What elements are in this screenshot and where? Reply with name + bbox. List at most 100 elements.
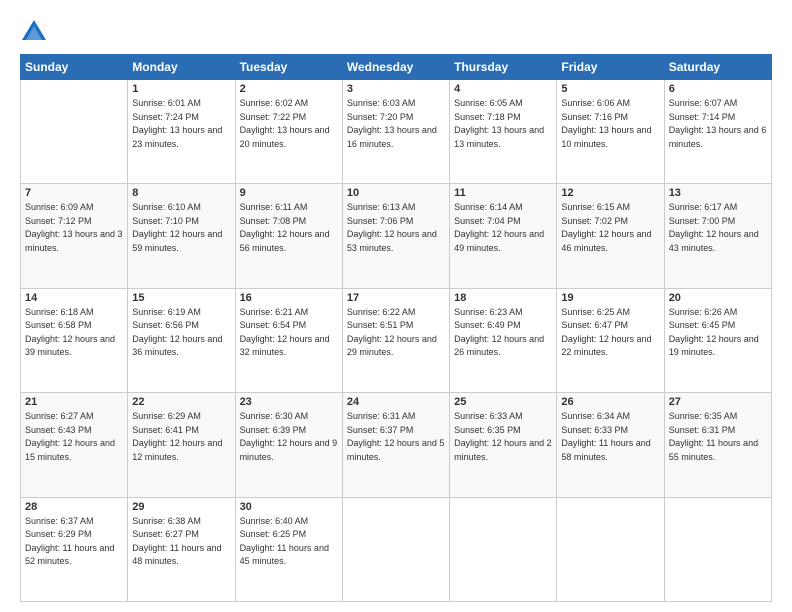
calendar-cell: 18 Sunrise: 6:23 AMSunset: 6:49 PMDayligh… <box>450 288 557 392</box>
day-info: Sunrise: 6:35 AMSunset: 6:31 PMDaylight:… <box>669 410 767 464</box>
calendar-cell: 29Sunrise: 6:38 AMSunset: 6:27 PMDayligh… <box>128 497 235 601</box>
day-number: 25 <box>454 396 552 408</box>
week-row-2: 7 Sunrise: 6:09 AMSunset: 7:12 PMDaylight… <box>21 184 772 288</box>
day-info: Sunrise: 6:01 AMSunset: 7:24 PMDaylight:… <box>132 97 230 151</box>
day-info: Sunrise: 6:05 AMSunset: 7:18 PMDaylight:… <box>454 97 552 151</box>
day-info: Sunrise: 6:23 AMSunset: 6:49 PMDaylight:… <box>454 306 552 360</box>
day-number: 21 <box>25 396 123 408</box>
calendar-cell: 1 Sunrise: 6:01 AMSunset: 7:24 PMDaylight… <box>128 80 235 184</box>
day-info: Sunrise: 6:15 AMSunset: 7:02 PMDaylight:… <box>561 201 659 255</box>
day-info: Sunrise: 6:09 AMSunset: 7:12 PMDaylight:… <box>25 201 123 255</box>
logo <box>20 18 52 46</box>
day-info: Sunrise: 6:38 AMSunset: 6:27 PMDaylight:… <box>132 515 230 569</box>
calendar-cell: 22 Sunrise: 6:29 AMSunset: 6:41 PMDayligh… <box>128 393 235 497</box>
week-row-5: 28 Sunrise: 6:37 AMSunset: 6:29 PMDayligh… <box>21 497 772 601</box>
day-header-friday: Friday <box>557 55 664 80</box>
day-info: Sunrise: 6:17 AMSunset: 7:00 PMDaylight:… <box>669 201 767 255</box>
day-number: 17 <box>347 292 445 304</box>
day-info: Sunrise: 6:14 AMSunset: 7:04 PMDaylight:… <box>454 201 552 255</box>
day-info: Sunrise: 6:10 AMSunset: 7:10 PMDaylight:… <box>132 201 230 255</box>
day-number: 18 <box>454 292 552 304</box>
calendar-cell: 3Sunrise: 6:03 AMSunset: 7:20 PMDaylight… <box>342 80 449 184</box>
day-number: 9 <box>240 187 338 199</box>
day-header-sunday: Sunday <box>21 55 128 80</box>
calendar-cell: 14 Sunrise: 6:18 AMSunset: 6:58 PMDayligh… <box>21 288 128 392</box>
day-number: 4 <box>454 83 552 95</box>
day-number: 13 <box>669 187 767 199</box>
day-number: 28 <box>25 501 123 513</box>
calendar-cell: 27 Sunrise: 6:35 AMSunset: 6:31 PMDayligh… <box>664 393 771 497</box>
day-number: 14 <box>25 292 123 304</box>
day-number: 10 <box>347 187 445 199</box>
day-number: 3 <box>347 83 445 95</box>
calendar-cell: 2Sunrise: 6:02 AMSunset: 7:22 PMDaylight… <box>235 80 342 184</box>
day-number: 15 <box>132 292 230 304</box>
day-info: Sunrise: 6:11 AMSunset: 7:08 PMDaylight:… <box>240 201 338 255</box>
calendar-cell: 11 Sunrise: 6:14 AMSunset: 7:04 PMDayligh… <box>450 184 557 288</box>
day-number: 8 <box>132 187 230 199</box>
day-info: Sunrise: 6:18 AMSunset: 6:58 PMDaylight:… <box>25 306 123 360</box>
day-header-monday: Monday <box>128 55 235 80</box>
day-info: Sunrise: 6:25 AMSunset: 6:47 PMDaylight:… <box>561 306 659 360</box>
calendar-cell: 28 Sunrise: 6:37 AMSunset: 6:29 PMDayligh… <box>21 497 128 601</box>
week-row-3: 14 Sunrise: 6:18 AMSunset: 6:58 PMDayligh… <box>21 288 772 392</box>
day-info: Sunrise: 6:21 AMSunset: 6:54 PMDaylight:… <box>240 306 338 360</box>
day-info: Sunrise: 6:07 AMSunset: 7:14 PMDaylight:… <box>669 97 767 151</box>
day-number: 26 <box>561 396 659 408</box>
calendar-cell: 23Sunrise: 6:30 AMSunset: 6:39 PMDayligh… <box>235 393 342 497</box>
calendar-cell: 16 Sunrise: 6:21 AMSunset: 6:54 PMDayligh… <box>235 288 342 392</box>
day-info: Sunrise: 6:31 AMSunset: 6:37 PMDaylight:… <box>347 410 445 464</box>
day-info: Sunrise: 6:29 AMSunset: 6:41 PMDaylight:… <box>132 410 230 464</box>
calendar-cell <box>342 497 449 601</box>
calendar-cell <box>21 80 128 184</box>
calendar-cell: 24 Sunrise: 6:31 AMSunset: 6:37 PMDayligh… <box>342 393 449 497</box>
calendar-cell: 25 Sunrise: 6:33 AMSunset: 6:35 PMDayligh… <box>450 393 557 497</box>
day-header-tuesday: Tuesday <box>235 55 342 80</box>
calendar-cell: 4 Sunrise: 6:05 AMSunset: 7:18 PMDaylight… <box>450 80 557 184</box>
calendar-cell: 6Sunrise: 6:07 AMSunset: 7:14 PMDaylight… <box>664 80 771 184</box>
day-info: Sunrise: 6:26 AMSunset: 6:45 PMDaylight:… <box>669 306 767 360</box>
day-header-saturday: Saturday <box>664 55 771 80</box>
calendar-cell <box>450 497 557 601</box>
calendar-cell: 7 Sunrise: 6:09 AMSunset: 7:12 PMDaylight… <box>21 184 128 288</box>
day-info: Sunrise: 6:30 AMSunset: 6:39 PMDaylight:… <box>240 410 338 464</box>
day-info: Sunrise: 6:40 AMSunset: 6:25 PMDaylight:… <box>240 515 338 569</box>
calendar-cell: 5 Sunrise: 6:06 AMSunset: 7:16 PMDaylight… <box>557 80 664 184</box>
day-info: Sunrise: 6:06 AMSunset: 7:16 PMDaylight:… <box>561 97 659 151</box>
day-number: 24 <box>347 396 445 408</box>
day-number: 22 <box>132 396 230 408</box>
calendar-cell: 30 Sunrise: 6:40 AMSunset: 6:25 PMDayligh… <box>235 497 342 601</box>
day-number: 30 <box>240 501 338 513</box>
week-row-1: 1 Sunrise: 6:01 AMSunset: 7:24 PMDaylight… <box>21 80 772 184</box>
day-info: Sunrise: 6:27 AMSunset: 6:43 PMDaylight:… <box>25 410 123 464</box>
day-number: 1 <box>132 83 230 95</box>
calendar-cell <box>664 497 771 601</box>
day-number: 19 <box>561 292 659 304</box>
day-header-thursday: Thursday <box>450 55 557 80</box>
day-number: 27 <box>669 396 767 408</box>
calendar-cell: 17Sunrise: 6:22 AMSunset: 6:51 PMDayligh… <box>342 288 449 392</box>
header-row: SundayMondayTuesdayWednesdayThursdayFrid… <box>21 55 772 80</box>
header <box>20 18 772 46</box>
day-info: Sunrise: 6:37 AMSunset: 6:29 PMDaylight:… <box>25 515 123 569</box>
calendar-cell: 19 Sunrise: 6:25 AMSunset: 6:47 PMDayligh… <box>557 288 664 392</box>
calendar-cell: 13 Sunrise: 6:17 AMSunset: 7:00 PMDayligh… <box>664 184 771 288</box>
calendar-cell: 9 Sunrise: 6:11 AMSunset: 7:08 PMDaylight… <box>235 184 342 288</box>
calendar-cell: 12 Sunrise: 6:15 AMSunset: 7:02 PMDayligh… <box>557 184 664 288</box>
calendar-cell: 21 Sunrise: 6:27 AMSunset: 6:43 PMDayligh… <box>21 393 128 497</box>
day-number: 16 <box>240 292 338 304</box>
calendar-cell: 10 Sunrise: 6:13 AMSunset: 7:06 PMDayligh… <box>342 184 449 288</box>
day-info: Sunrise: 6:02 AMSunset: 7:22 PMDaylight:… <box>240 97 338 151</box>
day-header-wednesday: Wednesday <box>342 55 449 80</box>
calendar-cell: 8 Sunrise: 6:10 AMSunset: 7:10 PMDaylight… <box>128 184 235 288</box>
day-number: 11 <box>454 187 552 199</box>
day-number: 12 <box>561 187 659 199</box>
calendar-cell: 26Sunrise: 6:34 AMSunset: 6:33 PMDayligh… <box>557 393 664 497</box>
day-info: Sunrise: 6:13 AMSunset: 7:06 PMDaylight:… <box>347 201 445 255</box>
day-number: 7 <box>25 187 123 199</box>
day-info: Sunrise: 6:33 AMSunset: 6:35 PMDaylight:… <box>454 410 552 464</box>
calendar: SundayMondayTuesdayWednesdayThursdayFrid… <box>20 54 772 602</box>
day-number: 5 <box>561 83 659 95</box>
week-row-4: 21 Sunrise: 6:27 AMSunset: 6:43 PMDayligh… <box>21 393 772 497</box>
logo-icon <box>20 18 48 46</box>
